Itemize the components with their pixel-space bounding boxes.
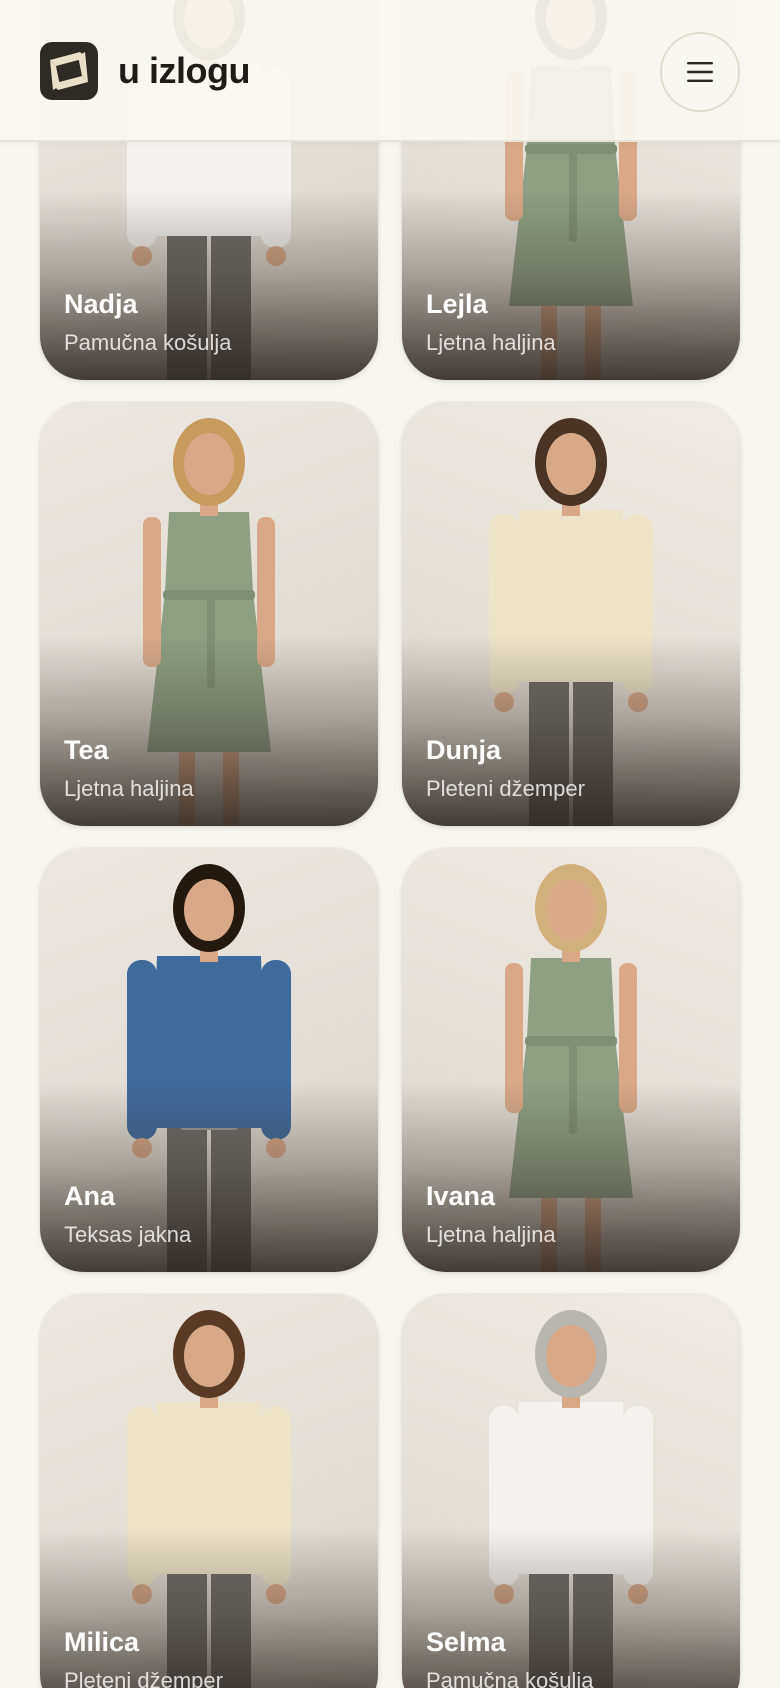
model-card[interactable]: Tea Ljetna haljina	[40, 402, 378, 826]
product-name: Pamučna košulja	[426, 1668, 594, 1688]
card-gradient-overlay	[402, 1528, 740, 1688]
product-name: Pleteni džemper	[64, 1668, 223, 1688]
product-name: Ljetna haljina	[426, 330, 556, 355]
model-name: Selma	[426, 1627, 506, 1657]
model-name: Milica	[64, 1627, 140, 1657]
hamburger-menu-icon	[687, 62, 713, 82]
model-name: Lejla	[426, 289, 488, 319]
model-name: Nadja	[64, 289, 138, 319]
model-name: Ana	[64, 1181, 116, 1211]
menu-button[interactable]	[660, 32, 740, 112]
product-name: Ljetna haljina	[64, 776, 194, 801]
product-name: Ljetna haljina	[426, 1222, 556, 1247]
model-card[interactable]: Ivana Ljetna haljina	[402, 848, 740, 1272]
frame-logo-icon[interactable]	[40, 42, 98, 100]
product-name: Pamučna košulja	[64, 330, 232, 355]
site-header: u izlogu	[0, 0, 780, 142]
model-card[interactable]: Ana Teksas jakna	[40, 848, 378, 1272]
card-gradient-overlay	[40, 1528, 378, 1688]
product-name: Teksas jakna	[64, 1222, 192, 1247]
model-name: Tea	[64, 735, 109, 765]
model-card[interactable]: Selma Pamučna košulja	[402, 1294, 740, 1688]
model-name: Dunja	[426, 735, 502, 765]
model-card[interactable]: Dunja Pleteni džemper	[402, 402, 740, 826]
page: Nadja Pamučna košulja Lejla Ljetna halji…	[0, 0, 780, 1688]
model-card[interactable]: Milica Pleteni džemper	[40, 1294, 378, 1688]
product-name: Pleteni džemper	[426, 776, 585, 801]
brand-name[interactable]: u izlogu	[118, 50, 250, 92]
model-name: Ivana	[426, 1181, 496, 1211]
